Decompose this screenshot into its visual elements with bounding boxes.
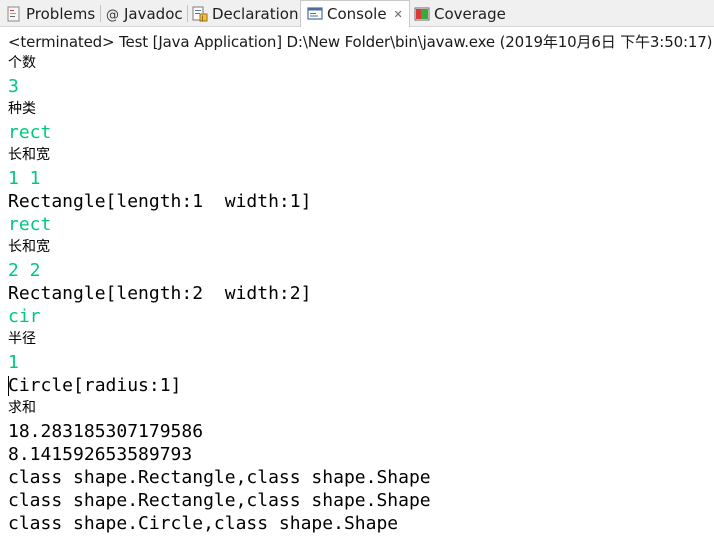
tab-label: Console <box>327 5 387 23</box>
view-tab-bar: Problems @ Javadoc J Declaration Console… <box>0 0 714 27</box>
console-output-line: Circle[radius:1] <box>8 375 182 396</box>
console-prompt-line: 求和 <box>8 400 36 416</box>
console-status-line: <terminated> Test [Java Application] D:\… <box>8 33 713 51</box>
tab-label: Problems <box>26 4 96 23</box>
console-input-line: 2 2 <box>8 260 41 281</box>
console-output-line: 18.283185307179586 <box>8 421 204 442</box>
console-output-line: Rectangle[length:2 width:2] <box>8 283 312 304</box>
console-input-line: rect <box>8 214 52 235</box>
console-prompt-line: 种类 <box>8 101 36 117</box>
console-output[interactable]: 个数 3 种类 rect 长和宽 1 1 Rectangle[length:1 width:… <box>8 52 708 535</box>
tab-separator <box>100 5 101 22</box>
javadoc-icon: @ <box>106 6 120 23</box>
console-input-line: rect <box>8 122 52 143</box>
console-output-line: class shape.Circle,class shape.Shape <box>8 513 399 534</box>
console-input-line: 1 1 <box>8 168 41 189</box>
console-prompt-line: 半径 <box>8 331 36 347</box>
text-caret <box>8 376 9 396</box>
console-output-line: class shape.Rectangle,class shape.Shape <box>8 467 431 488</box>
console-input-line: cir <box>8 306 41 327</box>
console-prompt-line: 长和宽 <box>8 239 50 255</box>
tab-label: Declaration <box>212 4 299 23</box>
console-input-line: 3 <box>8 76 19 97</box>
tab-console[interactable]: Console ✕ <box>300 0 410 27</box>
console-prompt-line: 个数 <box>8 55 36 71</box>
declaration-icon: J <box>192 6 208 22</box>
close-icon[interactable]: ✕ <box>394 8 403 21</box>
problems-icon <box>6 6 22 22</box>
tab-label: Coverage <box>434 4 506 23</box>
console-input-line: 1 <box>8 352 19 373</box>
coverage-icon <box>414 6 430 22</box>
tab-label: Javadoc <box>124 4 183 23</box>
console-prompt-line: 长和宽 <box>8 147 50 163</box>
console-output-line: class shape.Rectangle,class shape.Shape <box>8 490 431 511</box>
tab-problems[interactable]: Problems <box>6 1 95 26</box>
tab-javadoc[interactable]: @ Javadoc <box>106 1 183 26</box>
console-output-line: Rectangle[length:1 width:1] <box>8 191 312 212</box>
tab-coverage[interactable]: Coverage <box>414 1 506 26</box>
console-output-line: 8.141592653589793 <box>8 444 193 465</box>
console-icon <box>307 6 323 22</box>
tab-separator <box>187 5 188 22</box>
tab-declaration[interactable]: J Declaration <box>192 1 298 26</box>
svg-text:@: @ <box>106 8 119 22</box>
svg-text:J: J <box>201 15 204 22</box>
